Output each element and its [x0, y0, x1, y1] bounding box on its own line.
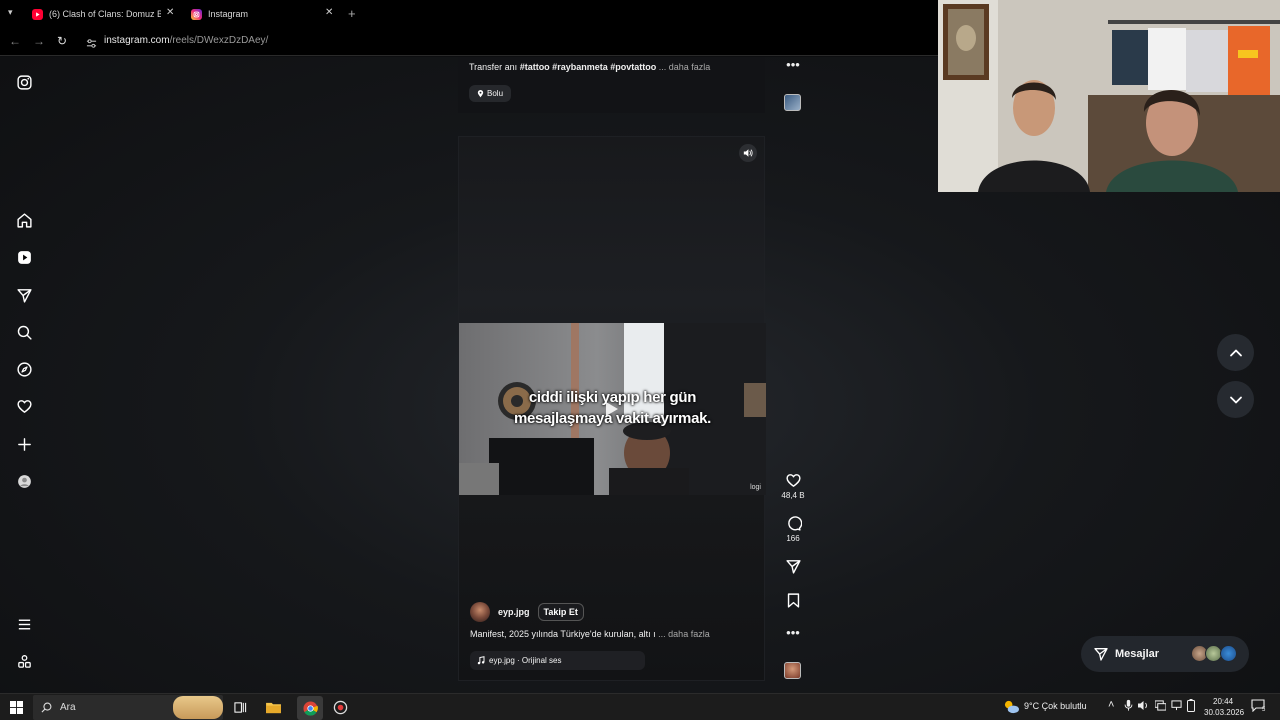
chevron-up-icon[interactable]: ˄	[1108, 699, 1114, 711]
instagram-sidebar	[0, 57, 48, 693]
more-options-icon[interactable]: •••	[781, 626, 805, 639]
windows-taskbar: Ara 9°C Çok bulutlu ˄ 20:44 30.03.2026 5	[0, 693, 1280, 720]
tab-instagram[interactable]: Instagram ✕	[191, 4, 339, 24]
url-path: /reels/DWexzDzDAey/	[169, 35, 269, 46]
task-view-icon[interactable]	[231, 698, 249, 716]
location-pin-icon	[477, 89, 484, 97]
site-settings-icon[interactable]	[86, 36, 97, 54]
search-highlight-icon	[173, 696, 223, 719]
author-row: eyp.jpg Takip Et	[470, 602, 584, 622]
heart-icon[interactable]	[14, 396, 34, 416]
tab-youtube[interactable]: (6) Clash of Clans: Domuz Binic ✕	[32, 4, 180, 24]
message-avatar	[1220, 645, 1237, 662]
display-icon[interactable]	[1171, 700, 1182, 713]
heart-icon	[785, 474, 801, 487]
follow-button[interactable]: Takip Et	[537, 603, 584, 621]
reel-card: ciddi ilişki yapıp her gün mesajlaşmaya …	[458, 136, 766, 681]
close-tab-icon[interactable]: ✕	[166, 7, 174, 18]
share-button[interactable]	[781, 558, 805, 577]
back-arrow-icon[interactable]: ←	[9, 34, 21, 48]
taskbar-search[interactable]: Ara	[33, 695, 223, 720]
volume-icon[interactable]	[1138, 700, 1150, 713]
youtube-icon	[32, 8, 43, 20]
comment-icon	[787, 516, 802, 531]
clock-date[interactable]: 30.03.2026	[1204, 708, 1244, 717]
weather-icon[interactable]	[1003, 699, 1020, 716]
bookmark-icon	[787, 593, 799, 608]
chrome-icon[interactable]	[297, 696, 323, 720]
search-icon[interactable]	[14, 322, 34, 342]
previous-reel-card: Transfer anı #tattoo #raybanmeta #povtat…	[458, 57, 765, 113]
tab-list-dropdown-icon[interactable]: ▾	[8, 7, 13, 18]
play-icon[interactable]	[603, 401, 619, 417]
webcam-feed-image	[938, 0, 1280, 192]
prev-audio-thumbnail[interactable]	[784, 94, 801, 111]
search-placeholder: Ara	[60, 702, 76, 713]
volume-icon[interactable]	[739, 144, 757, 162]
microphone-icon[interactable]	[1124, 699, 1133, 713]
home-icon[interactable]	[14, 210, 34, 230]
search-icon	[41, 702, 52, 713]
notification-count-badge: 5	[1262, 707, 1266, 713]
reel-video[interactable]: ciddi ilişki yapıp her gün mesajlaşmaya …	[459, 323, 766, 495]
forward-arrow-icon[interactable]: →	[33, 34, 45, 48]
network-icon[interactable]	[1154, 700, 1167, 713]
close-tab-icon[interactable]: ✕	[325, 7, 333, 18]
create-plus-icon[interactable]	[14, 434, 34, 454]
reload-icon[interactable]: ↻	[57, 34, 67, 48]
location-chip[interactable]: Bolu	[469, 85, 512, 102]
url-host: instagram.com	[104, 35, 170, 46]
chevron-down-icon	[1229, 396, 1242, 403]
file-explorer-icon[interactable]	[264, 698, 282, 716]
tab-title: Instagram	[208, 9, 249, 19]
previous-reel-button[interactable]	[1217, 334, 1254, 371]
webcam-overlay	[938, 0, 1280, 192]
reel-caption: Manifest, 2025 yılında Türkiye'de kurula…	[470, 629, 710, 639]
weather-text[interactable]: 9°C Çok bulutlu	[1024, 701, 1087, 711]
chevron-up-icon	[1229, 349, 1242, 356]
more-link[interactable]: ... daha fazla	[659, 62, 711, 72]
audio-label: eyp.jpg · Orijinal ses	[489, 656, 562, 665]
more-options-icon[interactable]: •••	[781, 58, 805, 71]
audio-chip[interactable]: eyp.jpg · Orijinal ses	[470, 651, 645, 670]
tab-title: (6) Clash of Clans: Domuz Binic	[49, 9, 161, 19]
save-button[interactable]	[781, 592, 805, 611]
more-link[interactable]: ... daha fazla	[658, 629, 710, 639]
send-icon	[1094, 648, 1108, 661]
messages-label: Mesajlar	[1115, 648, 1160, 660]
comment-button[interactable]: 166	[781, 515, 805, 543]
audio-thumbnail[interactable]	[784, 662, 801, 679]
like-button[interactable]: 48,4 B	[781, 472, 805, 500]
instagram-logo-icon[interactable]	[14, 72, 34, 92]
recording-app-icon[interactable]	[331, 698, 349, 716]
music-note-icon	[477, 656, 485, 665]
new-tab-button[interactable]: +	[348, 6, 356, 21]
caption-hashtags[interactable]: #tattoo #raybanmeta #povtattoo	[520, 62, 657, 72]
reels-icon[interactable]	[14, 247, 34, 267]
battery-icon[interactable]	[1187, 699, 1195, 714]
video-watermark: logi	[750, 484, 761, 491]
send-icon[interactable]	[14, 285, 34, 305]
messages-button[interactable]: Mesajlar	[1081, 636, 1249, 672]
author-username[interactable]: eyp.jpg	[498, 607, 530, 617]
location-label: Bolu	[487, 89, 504, 98]
windows-start-icon[interactable]	[7, 698, 25, 716]
like-count: 48,4 B	[781, 491, 805, 500]
profile-avatar-icon[interactable]	[14, 471, 34, 491]
clock-time[interactable]: 20:44	[1213, 697, 1233, 706]
instagram-icon	[191, 8, 202, 20]
address-bar[interactable]: instagram.com/reels/DWexzDzDAey/	[104, 35, 268, 46]
comment-count: 166	[786, 534, 800, 543]
send-icon	[785, 560, 801, 574]
menu-hamburger-icon[interactable]	[14, 614, 34, 634]
reel-caption: Transfer anı #tattoo #raybanmeta #povtat…	[469, 62, 711, 72]
author-avatar[interactable]	[470, 602, 490, 622]
explore-compass-icon[interactable]	[14, 359, 34, 379]
threads-apps-icon[interactable]	[14, 651, 34, 671]
next-reel-button[interactable]	[1217, 381, 1254, 418]
